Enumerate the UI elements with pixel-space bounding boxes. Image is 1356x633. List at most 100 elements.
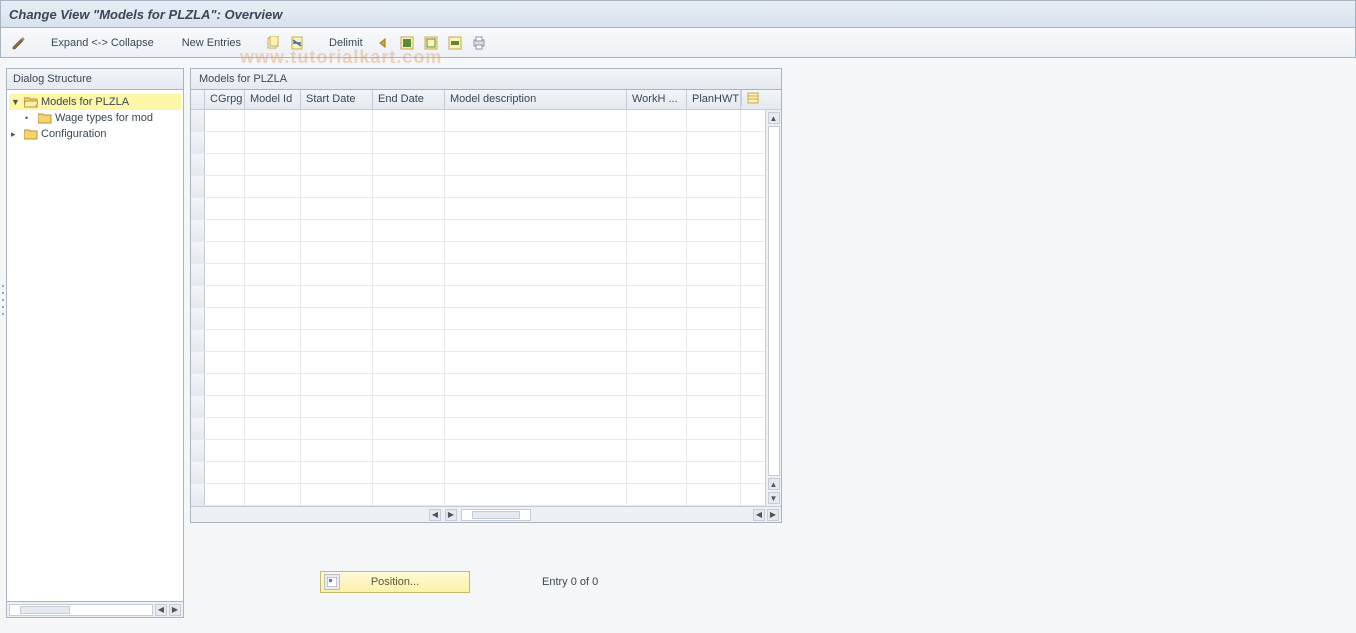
grid-cell[interactable] — [445, 440, 627, 461]
grid-cell[interactable] — [627, 264, 687, 285]
col-planhwt[interactable]: PlanHWT — [687, 90, 741, 109]
grid-cell[interactable] — [627, 440, 687, 461]
grid-cell[interactable] — [301, 242, 373, 263]
scroll-down-icon[interactable]: ▼ — [768, 492, 780, 504]
grid-cell[interactable] — [687, 198, 741, 219]
grid-cell[interactable] — [627, 352, 687, 373]
grid-cell[interactable] — [373, 176, 445, 197]
grid-cell[interactable] — [301, 198, 373, 219]
grid-cell[interactable] — [687, 418, 741, 439]
row-handle[interactable] — [191, 330, 205, 351]
grid-cell[interactable] — [245, 264, 301, 285]
grid-cell[interactable] — [245, 484, 301, 505]
grid-cell[interactable] — [301, 484, 373, 505]
grid-cell[interactable] — [627, 154, 687, 175]
grid-cell[interactable] — [301, 462, 373, 483]
grid-cell[interactable] — [445, 418, 627, 439]
grid-cell[interactable] — [627, 396, 687, 417]
row-handle[interactable] — [191, 132, 205, 153]
grid-cell[interactable] — [373, 330, 445, 351]
grid-cell[interactable] — [627, 242, 687, 263]
grid-cell[interactable] — [687, 308, 741, 329]
grid-cell[interactable] — [205, 440, 245, 461]
grid-cell[interactable] — [627, 330, 687, 351]
grid-cell[interactable] — [445, 110, 627, 131]
row-handle[interactable] — [191, 462, 205, 483]
row-handle[interactable] — [191, 154, 205, 175]
grid-cell[interactable] — [301, 308, 373, 329]
col-start-date[interactable]: Start Date — [301, 90, 373, 109]
grid-cell[interactable] — [445, 242, 627, 263]
grid-cell[interactable] — [627, 198, 687, 219]
grid-cell[interactable] — [301, 418, 373, 439]
grid-cell[interactable] — [445, 484, 627, 505]
grid-cell[interactable] — [301, 132, 373, 153]
grid-cell[interactable] — [687, 484, 741, 505]
grid-cell[interactable] — [687, 330, 741, 351]
table-row[interactable] — [191, 462, 765, 484]
grid-cell[interactable] — [373, 418, 445, 439]
grid-cell[interactable] — [245, 440, 301, 461]
grid-cell[interactable] — [445, 132, 627, 153]
grid-cell[interactable] — [301, 264, 373, 285]
grid-cell[interactable] — [245, 418, 301, 439]
expand-collapse-button[interactable]: Expand <-> Collapse — [45, 37, 160, 49]
undo-icon[interactable] — [373, 33, 393, 53]
grid-cell[interactable] — [205, 132, 245, 153]
select-all-icon[interactable] — [397, 33, 417, 53]
table-row[interactable] — [191, 154, 765, 176]
col-model-id[interactable]: Model Id — [245, 90, 301, 109]
row-handle[interactable] — [191, 308, 205, 329]
grid-cell[interactable] — [373, 132, 445, 153]
grid-cell[interactable] — [445, 154, 627, 175]
grid-cell[interactable] — [245, 330, 301, 351]
grid-cell[interactable] — [205, 396, 245, 417]
grid-cell[interactable] — [245, 110, 301, 131]
grid-cell[interactable] — [687, 154, 741, 175]
grid-cell[interactable] — [687, 396, 741, 417]
table-row[interactable] — [191, 132, 765, 154]
grid-cell[interactable] — [205, 330, 245, 351]
grid-cell[interactable] — [373, 462, 445, 483]
grid-cell[interactable] — [301, 352, 373, 373]
grid-cell[interactable] — [205, 264, 245, 285]
grid-cell[interactable] — [205, 110, 245, 131]
tree-node-models-for-plzla[interactable]: ▼ Models for PLZLA — [9, 94, 181, 110]
grid-cell[interactable] — [245, 374, 301, 395]
grid-cell[interactable] — [205, 154, 245, 175]
grid-cell[interactable] — [373, 440, 445, 461]
grid-cell[interactable] — [445, 264, 627, 285]
table-row[interactable] — [191, 264, 765, 286]
table-row[interactable] — [191, 374, 765, 396]
scroll-right-icon[interactable]: ▶ — [767, 509, 779, 521]
grid-cell[interactable] — [627, 110, 687, 131]
row-handle[interactable] — [191, 110, 205, 131]
grid-cell[interactable] — [687, 110, 741, 131]
row-handle[interactable] — [191, 418, 205, 439]
grid-cell[interactable] — [205, 484, 245, 505]
table-row[interactable] — [191, 308, 765, 330]
grid-cell[interactable] — [445, 462, 627, 483]
delimit-button[interactable]: Delimit — [323, 37, 369, 49]
grid-cell[interactable] — [301, 154, 373, 175]
grid-cell[interactable] — [373, 396, 445, 417]
grid-cell[interactable] — [245, 308, 301, 329]
grid-cell[interactable] — [687, 264, 741, 285]
grid-cell[interactable] — [373, 308, 445, 329]
table-row[interactable] — [191, 352, 765, 374]
table-row[interactable] — [191, 176, 765, 198]
grid-cell[interactable] — [373, 264, 445, 285]
grid-cell[interactable] — [627, 132, 687, 153]
display-change-icon[interactable] — [9, 33, 29, 53]
grid-cell[interactable] — [301, 440, 373, 461]
grid-corner[interactable] — [191, 90, 205, 109]
grid-cell[interactable] — [205, 176, 245, 197]
copy-icon[interactable] — [263, 33, 283, 53]
grid-cell[interactable] — [245, 396, 301, 417]
print-icon[interactable] — [469, 33, 489, 53]
grid-cell[interactable] — [687, 374, 741, 395]
grid-cell[interactable] — [687, 176, 741, 197]
grid-cell[interactable] — [245, 242, 301, 263]
row-handle[interactable] — [191, 286, 205, 307]
delete-icon[interactable] — [287, 33, 307, 53]
